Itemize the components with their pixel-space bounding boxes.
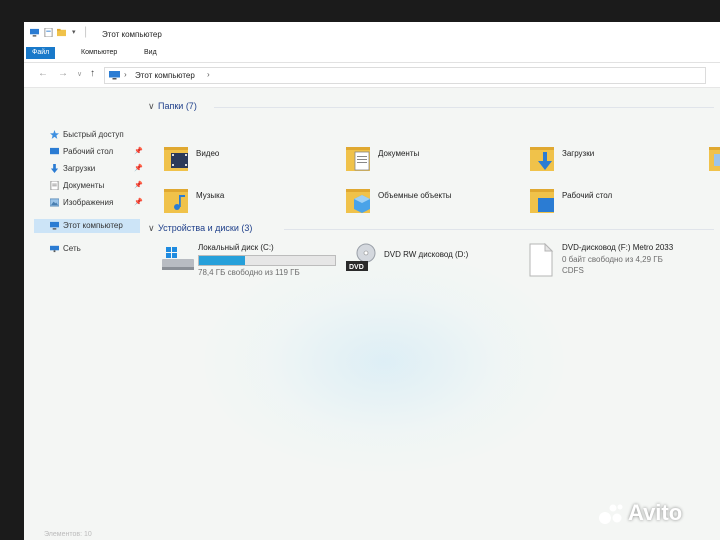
drive-free-space: 78,4 ГБ свободно из 119 ГБ: [198, 268, 300, 277]
chevron-down-icon[interactable]: ∨: [148, 223, 158, 234]
sidebar-item-label: Изображения: [63, 198, 114, 207]
content-pane: ∨ Папки (7) Видео Документы Загрузки Музы…: [144, 88, 720, 540]
group-divider: [214, 107, 714, 108]
navigation-bar: ← → ∨ ↑ › Этот компьютер ›: [24, 63, 720, 88]
pin-icon[interactable]: 📌: [134, 198, 143, 206]
drive-name: DVD RW дисковод (D:): [384, 250, 469, 259]
back-arrow-icon[interactable]: ←: [38, 68, 48, 79]
star-icon: [50, 130, 59, 139]
devices-group-header[interactable]: ∨ Устройства и диски (3): [148, 223, 252, 234]
folder-documents[interactable]: Документы: [346, 144, 516, 178]
computer-icon: [50, 221, 59, 230]
title-bar: ▾ | Этот компьютер: [24, 22, 720, 44]
sidebar-item-network[interactable]: Сеть: [38, 242, 142, 256]
folders-group-header[interactable]: ∨ Папки (7): [148, 101, 197, 112]
drive-name: Локальный диск (C:): [198, 243, 274, 252]
computer-icon: [30, 28, 39, 37]
chevron-right-icon[interactable]: ›: [207, 70, 210, 79]
quick-access-dropdown-icon[interactable]: ▾: [72, 28, 76, 36]
sidebar-item-label: Быстрый доступ: [63, 130, 124, 139]
up-arrow-icon[interactable]: ↑: [90, 68, 95, 79]
folder-label: Музыка: [196, 191, 225, 200]
drive-c[interactable]: Локальный диск (C:) 78,4 ГБ свободно из …: [160, 243, 340, 283]
forward-arrow-icon[interactable]: →: [58, 68, 68, 79]
avito-wordmark: Avito: [628, 500, 683, 525]
drive-name: DVD-дисковод (F:) Metro 2033: [562, 243, 674, 252]
folder-label: Документы: [378, 149, 420, 158]
drive-filesystem: CDFS: [562, 266, 584, 275]
tab-file[interactable]: Файл: [26, 47, 56, 59]
pictures-folder-icon: [709, 147, 720, 171]
folder-label: Загрузки: [562, 149, 595, 158]
window-title: Этот компьютер: [102, 30, 162, 39]
sidebar-item-label: Документы: [63, 181, 105, 190]
downloads-folder-icon: [530, 147, 554, 171]
network-icon: [50, 245, 59, 253]
folder-music[interactable]: Музыка: [164, 186, 334, 220]
svg-text:DVD: DVD: [349, 264, 364, 271]
drive-usage-fill: [199, 256, 246, 265]
drive-f[interactable]: DVD-дисковод (F:) Metro 2033 0 байт своб…: [528, 243, 718, 283]
dvd-drive-icon: DVD: [346, 243, 376, 271]
group-divider: [284, 229, 714, 230]
sidebar-item-this-pc[interactable]: Этот компьютер: [34, 219, 140, 233]
video-folder-icon: [164, 147, 188, 171]
desktop-folder-icon: [530, 189, 554, 213]
3d-objects-folder-icon: [346, 189, 370, 213]
folder-partial[interactable]: [709, 144, 720, 178]
explorer-window: ▾ | Этот компьютер Файл Компьютер Вид ← …: [24, 22, 720, 540]
folder-video[interactable]: Видео: [164, 144, 334, 178]
sidebar-item-label: Загрузки: [63, 164, 96, 173]
sidebar-item-label: Сеть: [63, 244, 81, 253]
devices-group-title: Устройства и диски (3): [158, 223, 253, 233]
pin-icon[interactable]: 📌: [134, 181, 143, 189]
folder-downloads[interactable]: Загрузки: [530, 144, 700, 178]
avito-logo-icon: [599, 504, 623, 524]
properties-icon[interactable]: [44, 28, 53, 37]
desktop-icon: [50, 147, 59, 155]
hard-drive-icon: [162, 247, 194, 270]
music-folder-icon: [164, 189, 188, 213]
tab-view[interactable]: Вид: [139, 47, 162, 59]
download-icon: [50, 164, 59, 173]
sidebar-item-label: Рабочий стол: [63, 147, 114, 156]
pictures-icon: [50, 198, 59, 207]
address-path[interactable]: Этот компьютер: [135, 71, 195, 80]
tab-computer[interactable]: Компьютер: [76, 47, 122, 59]
sidebar-item-pictures[interactable]: Изображения 📌: [38, 196, 143, 210]
documents-folder-icon: [346, 147, 370, 171]
drive-free-space: 0 байт свободно из 4,29 ГБ: [562, 255, 663, 264]
chevron-right-icon[interactable]: ›: [124, 70, 127, 79]
sidebar-item-documents[interactable]: Документы 📌: [38, 179, 143, 193]
documents-icon: [50, 181, 59, 190]
new-folder-icon[interactable]: [57, 28, 66, 37]
folder-label: Рабочий стол: [562, 191, 613, 200]
disc-file-icon: [529, 243, 554, 277]
title-divider: |: [84, 24, 88, 38]
folder-desktop[interactable]: Рабочий стол: [530, 186, 700, 220]
ribbon: Файл Компьютер Вид: [24, 44, 720, 63]
sidebar-item-desktop[interactable]: Рабочий стол 📌: [38, 145, 143, 159]
folder-label: Видео: [196, 149, 220, 158]
chevron-down-icon[interactable]: ∨: [148, 101, 158, 112]
folders-group-title: Папки (7): [158, 101, 197, 111]
drive-usage-bar: [198, 255, 336, 266]
avito-watermark: Avito: [598, 498, 708, 528]
status-bar-items: Элементов: 10: [44, 531, 92, 538]
sidebar-item-quick-access[interactable]: Быстрый доступ: [38, 128, 142, 142]
folder-label: Объемные объекты: [378, 191, 452, 200]
folder-3d-objects[interactable]: Объемные объекты: [346, 186, 516, 220]
sidebar-item-downloads[interactable]: Загрузки 📌: [38, 162, 143, 176]
sidebar-item-label: Этот компьютер: [63, 221, 123, 230]
pin-icon[interactable]: 📌: [134, 164, 143, 172]
navigation-pane: Быстрый доступ Рабочий стол 📌 Загрузки 📌…: [24, 88, 143, 540]
drive-d[interactable]: DVD DVD RW дисковод (D:): [344, 243, 524, 283]
recent-dropdown-icon[interactable]: ∨: [77, 70, 82, 78]
computer-icon: [109, 71, 120, 80]
pin-icon[interactable]: 📌: [134, 147, 143, 155]
address-bar[interactable]: › Этот компьютер ›: [104, 67, 706, 84]
